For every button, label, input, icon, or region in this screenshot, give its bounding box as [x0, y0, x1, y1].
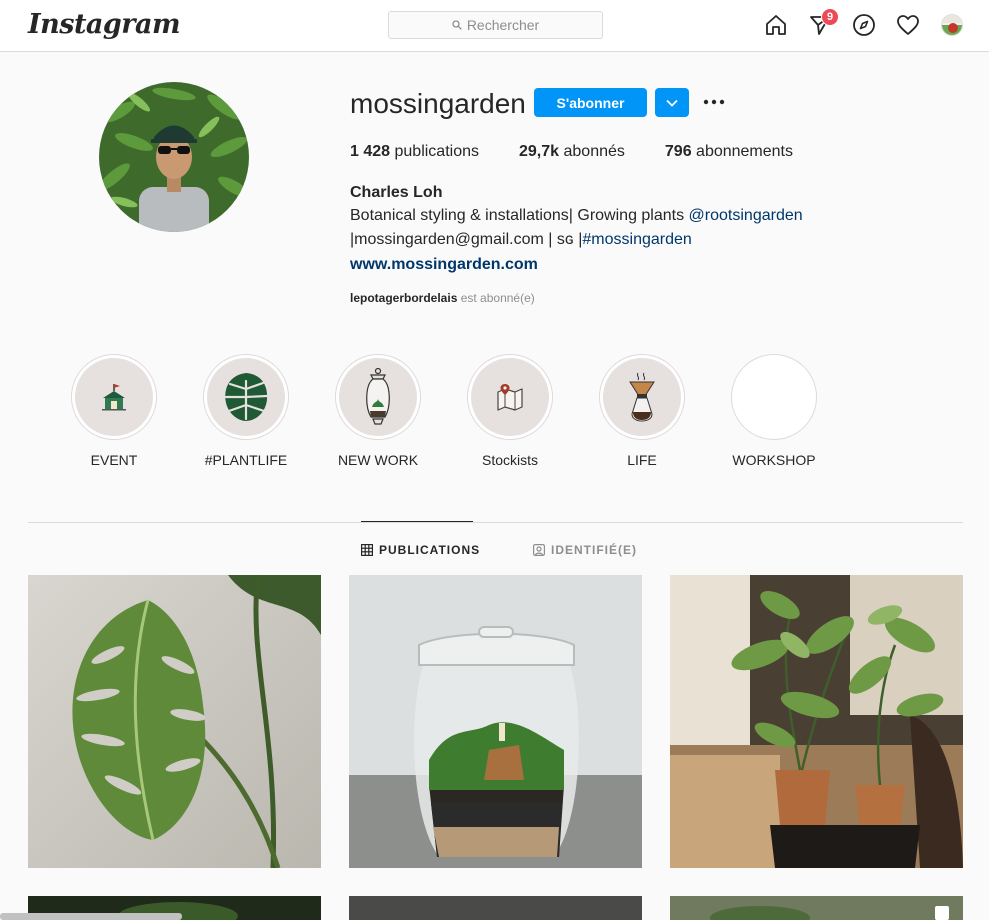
highlight-label: EVENT	[90, 452, 138, 468]
highlight-label: WORKSHOP	[732, 452, 816, 468]
bio-mention-link[interactable]: @rootsingarden	[689, 207, 803, 224]
search-icon	[452, 20, 462, 30]
notification-badge: 9	[821, 8, 839, 26]
profile-full-name: Charles Loh	[350, 184, 443, 201]
highlight-life[interactable]: LIFE	[576, 354, 708, 468]
highlight-stockists[interactable]: Stockists	[444, 354, 576, 468]
highlight-label: Stockists	[481, 452, 538, 468]
highlight-new-work[interactable]: NEW WORK	[312, 354, 444, 468]
following-count-stat[interactable]: 796 abonnements	[665, 143, 793, 161]
current-user-avatar[interactable]	[941, 14, 963, 36]
bio-line-2: |mossingarden@gmail.com | sɢ |#mossingar…	[350, 228, 692, 252]
followed-by-text: est abonné(e)	[457, 291, 535, 305]
followers-count-stat[interactable]: 29,7k abonnés	[519, 143, 625, 161]
profile-avatar	[99, 82, 249, 232]
posts-label: publications	[390, 143, 479, 160]
ellipsis-icon	[703, 99, 725, 105]
home-icon[interactable]	[764, 13, 788, 37]
tagged-user-icon	[533, 544, 545, 556]
tab-label: IDENTIFIÉ(E)	[551, 543, 637, 557]
monstera-leaf-icon	[224, 373, 269, 421]
horizontal-scrollbar[interactable]	[0, 913, 182, 920]
bio-text: Botanical styling & installations| Growi…	[350, 207, 689, 224]
highlight-label: LIFE	[627, 452, 657, 468]
activity-heart-icon[interactable]	[896, 13, 920, 37]
monstera-leaf-photo	[28, 575, 321, 868]
instagram-logo[interactable]: Instagram	[28, 9, 181, 40]
tab-label: PUBLICATIONS	[379, 543, 481, 557]
followed-by-username[interactable]: lepotagerbordelais	[350, 291, 457, 305]
followers-count: 29,7k	[519, 143, 560, 160]
profile-username: mossingarden	[350, 88, 526, 119]
profile-stats: 1 428 publications 29,7k abonnés 796 abo…	[350, 143, 833, 161]
coffee-dripper-icon	[629, 372, 655, 422]
grid-icon	[361, 544, 373, 556]
followers-label: abonnés	[559, 143, 625, 160]
tab-publications[interactable]: PUBLICATIONS	[361, 543, 480, 557]
bio-line-1: Botanical styling & installations| Growi…	[350, 204, 803, 228]
highlight-workshop[interactable]: WORKSHOP	[708, 354, 840, 468]
bio-text: |mossingarden@gmail.com | sɢ |	[350, 231, 583, 248]
profile-website-link[interactable]: www.mossingarden.com	[350, 256, 538, 274]
tent-icon	[102, 384, 126, 411]
post-thumbnail[interactable]	[670, 896, 963, 920]
highlight-plantlife[interactable]: #PLANTLIFE	[180, 354, 312, 468]
post-thumbnail[interactable]	[670, 575, 963, 868]
tab-tagged[interactable]: IDENTIFIÉ(E)	[533, 543, 637, 557]
highlight-event[interactable]: EVENT	[48, 354, 180, 468]
post-thumbnail[interactable]	[349, 575, 642, 868]
terrarium-jar-icon	[366, 367, 390, 425]
tabs-divider	[28, 522, 963, 523]
posts-count: 1 428	[350, 143, 391, 160]
following-count: 796	[664, 143, 692, 160]
posts-count-stat: 1 428 publications	[350, 143, 479, 161]
potted-plants-photo	[670, 575, 963, 868]
post-thumbnail[interactable]	[28, 575, 321, 868]
more-options-button[interactable]	[702, 90, 726, 114]
highlight-label: #PLANTLIFE	[204, 452, 288, 468]
search-input[interactable]: Rechercher	[388, 11, 603, 39]
followed-by-note: lepotagerbordelais est abonné(e)	[350, 291, 535, 305]
explore-compass-icon[interactable]	[852, 13, 876, 37]
follow-button[interactable]: S'abonner	[534, 88, 647, 117]
terrarium-jar-photo	[349, 575, 642, 868]
highlight-label: NEW WORK	[337, 452, 419, 468]
active-tab-indicator	[361, 521, 473, 522]
post-thumbnail[interactable]	[349, 896, 642, 920]
suggested-accounts-dropdown-button[interactable]	[655, 88, 689, 117]
bio-hashtag-link[interactable]: #mossingarden	[582, 231, 691, 248]
top-navigation: Instagram Rechercher 9	[0, 0, 989, 52]
chevron-down-icon	[666, 99, 678, 107]
following-label: abonnements	[691, 143, 793, 160]
search-placeholder: Rechercher	[466, 17, 540, 33]
map-pin-icon	[497, 384, 523, 411]
